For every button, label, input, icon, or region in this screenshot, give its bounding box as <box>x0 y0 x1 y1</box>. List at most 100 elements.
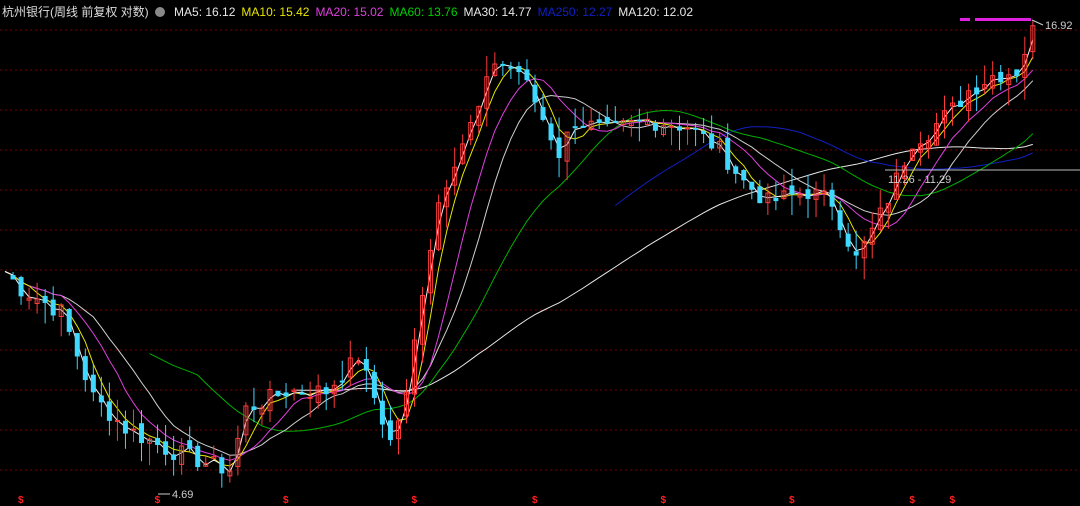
candle-body <box>66 309 72 332</box>
candle-body <box>516 66 522 73</box>
legend-item: MA10: 15.42 <box>241 5 310 19</box>
candle-body <box>18 277 24 297</box>
candle-body <box>693 127 699 130</box>
event-marker <box>960 18 970 21</box>
candle-body <box>283 392 289 397</box>
candle-body <box>130 428 136 431</box>
candle-body <box>709 133 715 149</box>
candle-body <box>106 401 112 421</box>
candle-body <box>789 185 795 195</box>
candle-body <box>1014 69 1020 76</box>
candle-body <box>636 119 642 122</box>
candle-body <box>379 400 385 425</box>
candle-body <box>155 438 161 446</box>
candle-body <box>853 251 859 256</box>
candle-body <box>998 71 1004 83</box>
low-price-label: 4.69 <box>172 489 193 501</box>
legend-item: MA5: 16.12 <box>174 5 236 19</box>
dividend-marker[interactable]: $ <box>412 495 418 506</box>
ma-line <box>4 80 1034 456</box>
candle-body <box>42 295 48 303</box>
price-chart[interactable]: 11.26 - 11.29 16.92 4.69 $ $ $ $ $ $ $ $ $ <box>0 0 1080 506</box>
candle-body <box>195 445 201 468</box>
candle-body <box>580 125 586 128</box>
candle-body <box>74 333 80 357</box>
dividend-marker[interactable]: $ <box>660 495 666 506</box>
dividend-marker[interactable]: $ <box>909 495 915 506</box>
candle-body <box>604 117 610 124</box>
candle-body <box>829 189 835 207</box>
candle-body <box>339 380 345 383</box>
candle-body <box>773 197 779 202</box>
candle-body <box>50 299 56 316</box>
candle-body <box>733 166 739 174</box>
candle-body <box>757 186 763 204</box>
legend-item: MA20: 15.02 <box>315 5 384 19</box>
candle-body <box>219 457 225 474</box>
candle-body <box>685 127 691 130</box>
dividend-marker[interactable]: $ <box>283 495 289 506</box>
candle-body <box>275 390 281 397</box>
ma-legend: 杭州银行(周线 前复权 对数) MA5: 16.12 MA10: 15.42 MA2… <box>2 3 705 20</box>
candle-body <box>355 361 361 364</box>
candle-body <box>652 122 658 131</box>
candle-body <box>122 420 128 434</box>
legend-item: MA250: 12.27 <box>537 5 613 19</box>
candle-body <box>187 440 193 449</box>
gap-label: 11.26 - 11.29 <box>888 174 951 186</box>
candle-body <box>387 420 393 441</box>
ma-line <box>4 56 1034 467</box>
candle-body <box>741 170 747 181</box>
high-price-label: 16.92 <box>1045 20 1073 32</box>
candle-body <box>837 210 843 231</box>
legend-item: MA120: 12.02 <box>618 5 694 19</box>
candle-body <box>90 374 96 393</box>
candle-body <box>508 66 514 69</box>
candle-body <box>251 406 257 411</box>
candle-body <box>540 107 546 120</box>
candle-body <box>10 275 16 280</box>
dividend-marker[interactable]: $ <box>950 495 956 506</box>
candle-body <box>98 395 104 403</box>
candle-body <box>371 372 377 398</box>
candle-body <box>163 441 169 455</box>
candle-body <box>299 392 305 395</box>
ma-line <box>4 69 1034 461</box>
candle-body <box>612 120 618 123</box>
dividend-marker[interactable]: $ <box>18 495 24 506</box>
candle-body <box>805 189 811 199</box>
candle-body <box>596 119 602 123</box>
dividend-marker[interactable]: $ <box>532 495 538 506</box>
candle-body <box>532 84 538 103</box>
chart-title: 杭州银行(周线 前复权 对数) <box>2 5 149 19</box>
candle-body <box>725 137 731 170</box>
candle-body <box>556 137 562 158</box>
dividend-marker[interactable]: $ <box>789 495 795 506</box>
candle-body <box>749 181 755 190</box>
candle-body <box>307 396 313 399</box>
candle-body <box>323 387 329 395</box>
candle-body <box>845 233 851 247</box>
high-leader <box>1031 19 1044 26</box>
stock-chart[interactable]: 杭州银行(周线 前复权 对数) MA5: 16.12 MA10: 15.42 MA2… <box>0 0 1080 506</box>
gear-icon[interactable] <box>154 7 165 17</box>
candle-body <box>500 63 506 66</box>
candle-body <box>701 130 707 134</box>
candle-body <box>363 359 369 371</box>
candle-body <box>524 69 530 81</box>
candle-body <box>958 100 964 107</box>
ma-line <box>149 109 1034 432</box>
candle-body <box>548 123 554 141</box>
candle-body <box>171 454 177 460</box>
candle-body <box>82 356 88 381</box>
candle-body <box>114 419 120 422</box>
candle-body <box>572 126 578 129</box>
event-marker <box>975 18 1031 21</box>
legend-item: MA30: 14.77 <box>463 5 532 19</box>
candle-body <box>139 423 145 444</box>
dividend-marker[interactable]: $ <box>155 495 161 506</box>
candle-body <box>668 125 674 128</box>
candle-body <box>974 87 980 95</box>
legend-item: MA60: 13.76 <box>389 5 458 19</box>
candle-body <box>677 126 683 131</box>
